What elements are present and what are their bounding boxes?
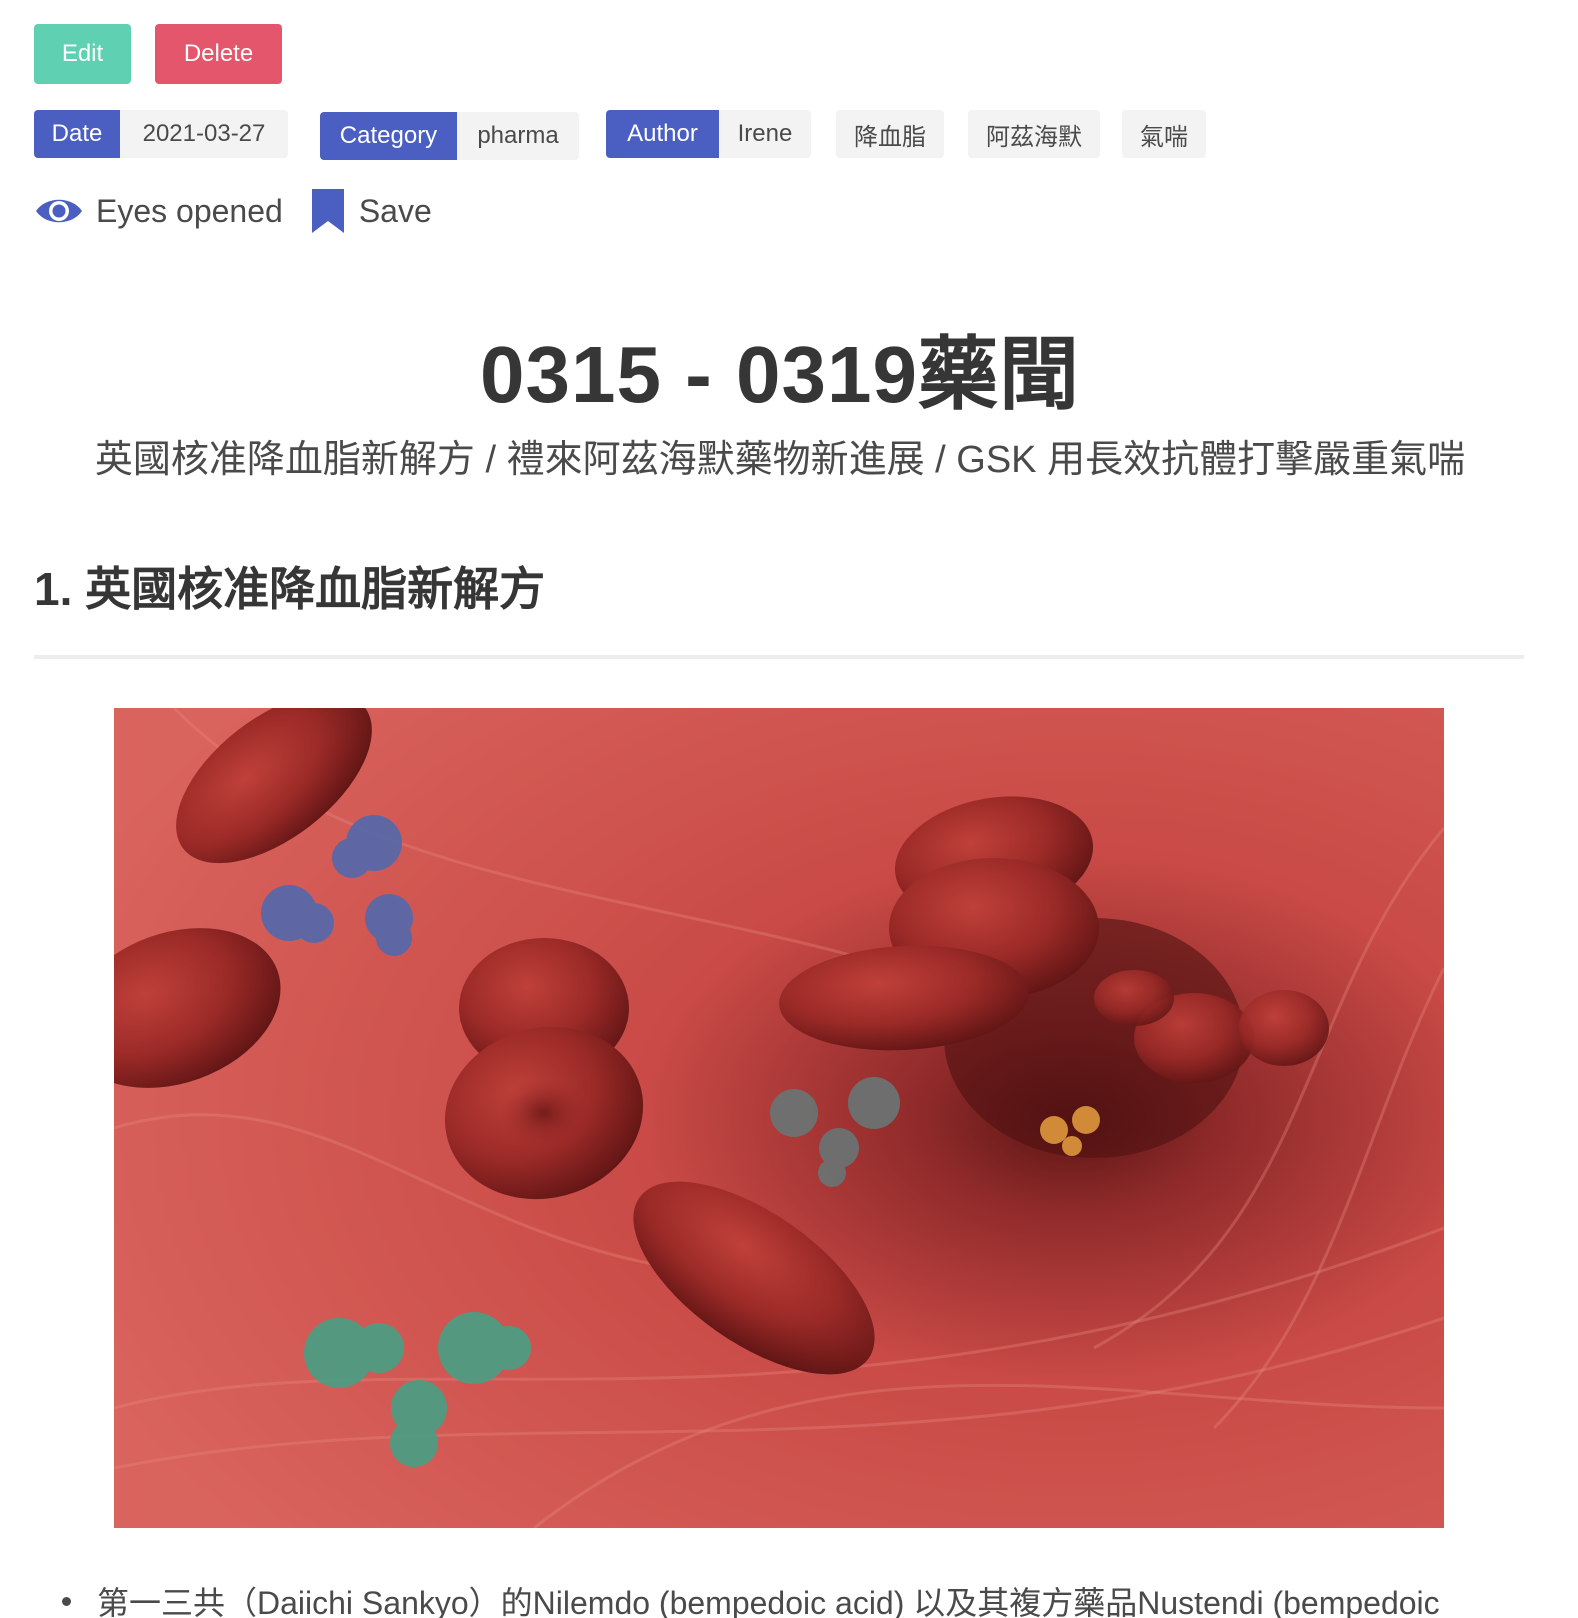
- author-tag-value[interactable]: Irene: [719, 110, 811, 158]
- save-toggle[interactable]: Save: [311, 188, 432, 234]
- page-subtitle: 英國核准降血脂新解方 / 禮來阿茲海默藥物新進展 / GSK 用長效抗體打擊嚴重…: [94, 439, 1466, 481]
- author-tag[interactable]: Author Irene: [606, 110, 811, 158]
- edit-button[interactable]: Edit: [34, 24, 131, 84]
- page-title: 0315 - 0319藥聞: [479, 330, 1081, 419]
- article-stats: Eyes opened Save: [34, 185, 432, 237]
- date-tag: Date 2021-03-27: [34, 110, 288, 158]
- keyword-tag[interactable]: 降血脂: [836, 110, 944, 158]
- divider: [34, 655, 1524, 659]
- eye-icon: [34, 194, 84, 228]
- date-tag-value: 2021-03-27: [120, 110, 288, 158]
- save-label[interactable]: Save: [359, 193, 432, 230]
- bullet-dot: [62, 1596, 71, 1606]
- bookmark-icon[interactable]: [311, 188, 345, 234]
- delete-button[interactable]: Delete: [155, 24, 282, 84]
- eyes-opened-label: Eyes opened: [96, 192, 283, 229]
- list-item: 第一三共（Daiichi Sankyo）的Nilemdo (bempedoic …: [62, 1578, 1440, 1618]
- blood-vessel-illustration: [114, 708, 1444, 1528]
- section-heading: 1. 英國核准降血脂新解方: [34, 563, 546, 615]
- category-tag-value[interactable]: pharma: [457, 112, 579, 160]
- list-item-text: 第一三共（Daiichi Sankyo）的Nilemdo (bempedoic …: [97, 1585, 1440, 1618]
- category-tag[interactable]: Category pharma: [320, 112, 579, 160]
- keyword-tag[interactable]: 氣喘: [1122, 110, 1206, 158]
- date-tag-key: Date: [34, 110, 120, 158]
- keyword-tag[interactable]: 阿茲海默: [968, 110, 1100, 158]
- author-tag-key: Author: [606, 110, 719, 158]
- category-tag-key: Category: [320, 112, 457, 160]
